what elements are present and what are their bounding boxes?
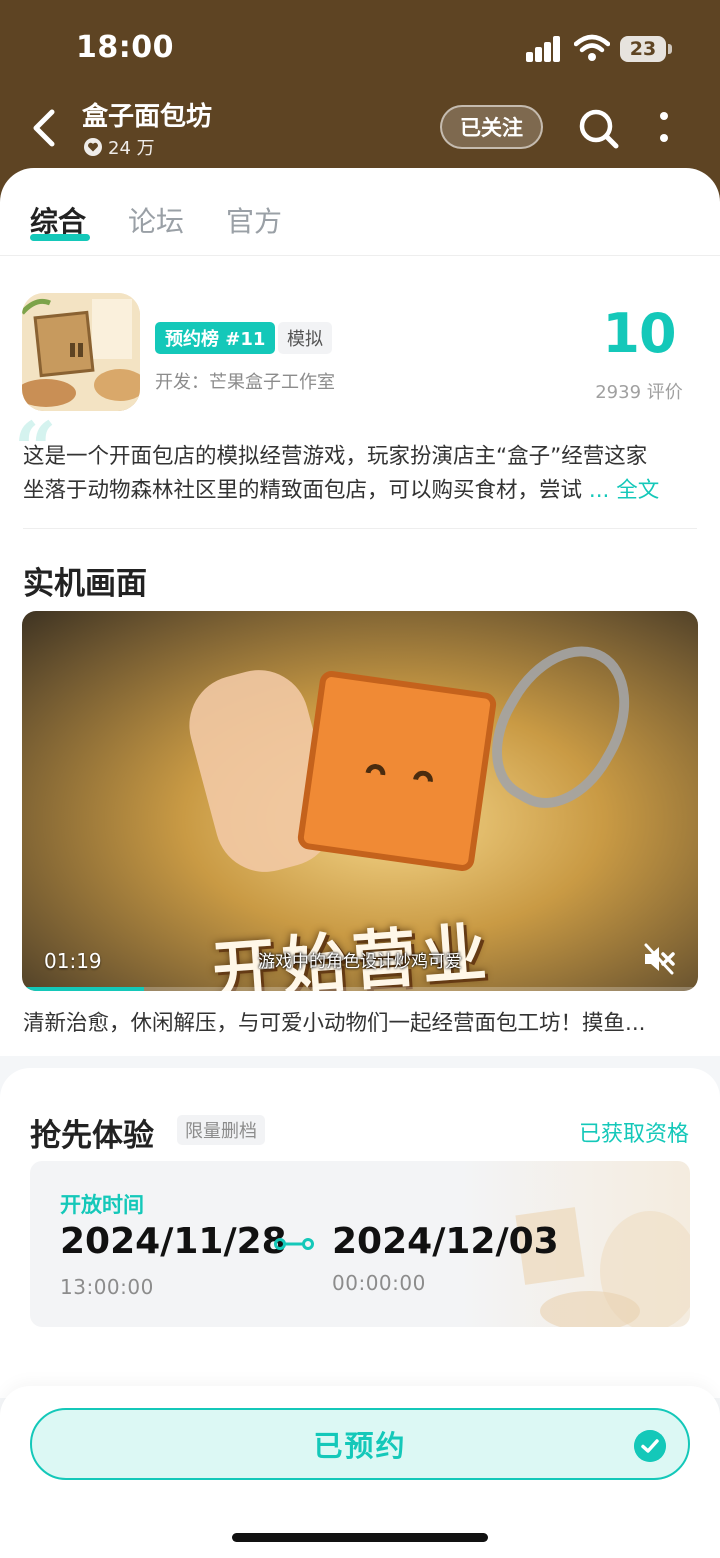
back-arrow-icon[interactable] bbox=[26, 106, 62, 150]
start-time: 13:00:00 bbox=[60, 1275, 154, 1299]
description-line: 坐落于动物森林社区里的精致面包店，可以购买食材，尝试 ... 全文 bbox=[23, 474, 695, 508]
tab-official[interactable]: 官方 bbox=[226, 200, 282, 240]
early-access-tag: 限量删档 bbox=[177, 1115, 265, 1145]
video-progress-fill bbox=[22, 987, 144, 991]
more-menu-icon[interactable] bbox=[656, 112, 672, 146]
divider bbox=[23, 528, 697, 529]
screenshots-title: 实机画面 bbox=[23, 566, 147, 602]
search-icon[interactable] bbox=[578, 108, 620, 150]
range-connector-icon bbox=[274, 1238, 314, 1250]
main-content: 综合 论坛 官方 预约榜 #11 模拟 开发：芒果盒子工作室 10 2939 评… bbox=[0, 168, 720, 1558]
game-icon[interactable] bbox=[22, 293, 140, 411]
battery-icon: 23 bbox=[620, 36, 672, 62]
description-text: 坐落于动物森林社区里的精致面包店，可以购买食材，尝试 bbox=[23, 478, 583, 503]
follower-count: 24 万 bbox=[84, 134, 155, 160]
rating-count[interactable]: 2939 评价 bbox=[580, 378, 698, 404]
game-description[interactable]: 这是一个开面包店的模拟经营游戏，玩家扮演店主“盒子”经营这家 坐落于动物森林社区… bbox=[23, 440, 695, 508]
status-bar: 18:00 23 bbox=[0, 28, 720, 68]
rank-tag[interactable]: 预约榜 #11 bbox=[155, 322, 276, 354]
check-icon bbox=[634, 1430, 666, 1462]
end-date: 2024/12/03 bbox=[332, 1221, 559, 1262]
reserved-button[interactable]: 已预约 bbox=[30, 1408, 690, 1480]
reserved-button-label: 已预约 bbox=[313, 1429, 407, 1463]
developer-label[interactable]: 开发：芒果盒子工作室 bbox=[155, 368, 335, 394]
tab-forum[interactable]: 论坛 bbox=[128, 200, 184, 240]
video-progress-bar[interactable] bbox=[22, 987, 698, 991]
video-character bbox=[296, 669, 498, 873]
open-time-box: 开放时间 2024/11/28 13:00:00 2024/12/03 00:0… bbox=[30, 1161, 690, 1327]
qualification-status[interactable]: 已获取资格 bbox=[579, 1116, 689, 1148]
heart-icon bbox=[84, 138, 102, 156]
tab-bar: 综合 论坛 官方 bbox=[0, 168, 720, 256]
end-time: 00:00:00 bbox=[332, 1271, 426, 1295]
gameplay-video[interactable]: 开始营业 01:19 游戏中的角色设计炒鸡可爱 bbox=[22, 611, 698, 991]
page-title: 盒子面包坊 bbox=[82, 102, 213, 132]
open-time-label: 开放时间 bbox=[60, 1193, 144, 1217]
early-access-title: 抢先体验 bbox=[30, 1118, 154, 1154]
mute-icon[interactable] bbox=[642, 943, 676, 975]
read-more-link[interactable]: ... 全文 bbox=[589, 478, 659, 503]
genre-tag[interactable]: 模拟 bbox=[278, 322, 332, 354]
status-time: 18:00 bbox=[76, 30, 174, 65]
follow-button[interactable]: 已关注 bbox=[440, 105, 543, 149]
home-indicator[interactable] bbox=[232, 1533, 488, 1542]
tab-indicator bbox=[30, 234, 90, 241]
wifi-icon bbox=[574, 34, 610, 61]
video-caption[interactable]: 清新治愈，休闲解压，与可爱小动物们一起经营面包工坊！摸鱼... bbox=[23, 1006, 695, 1037]
cellular-signal-icon bbox=[526, 36, 562, 62]
rating-score[interactable]: 10 bbox=[580, 302, 698, 365]
start-date: 2024/11/28 bbox=[60, 1221, 287, 1262]
video-art bbox=[467, 622, 657, 830]
description-line: 这是一个开面包店的模拟经营游戏，玩家扮演店主“盒子”经营这家 bbox=[23, 444, 648, 469]
video-subtitle: 游戏中的角色设计炒鸡可爱 bbox=[258, 952, 462, 972]
follower-count-label: 24 万 bbox=[108, 138, 155, 159]
